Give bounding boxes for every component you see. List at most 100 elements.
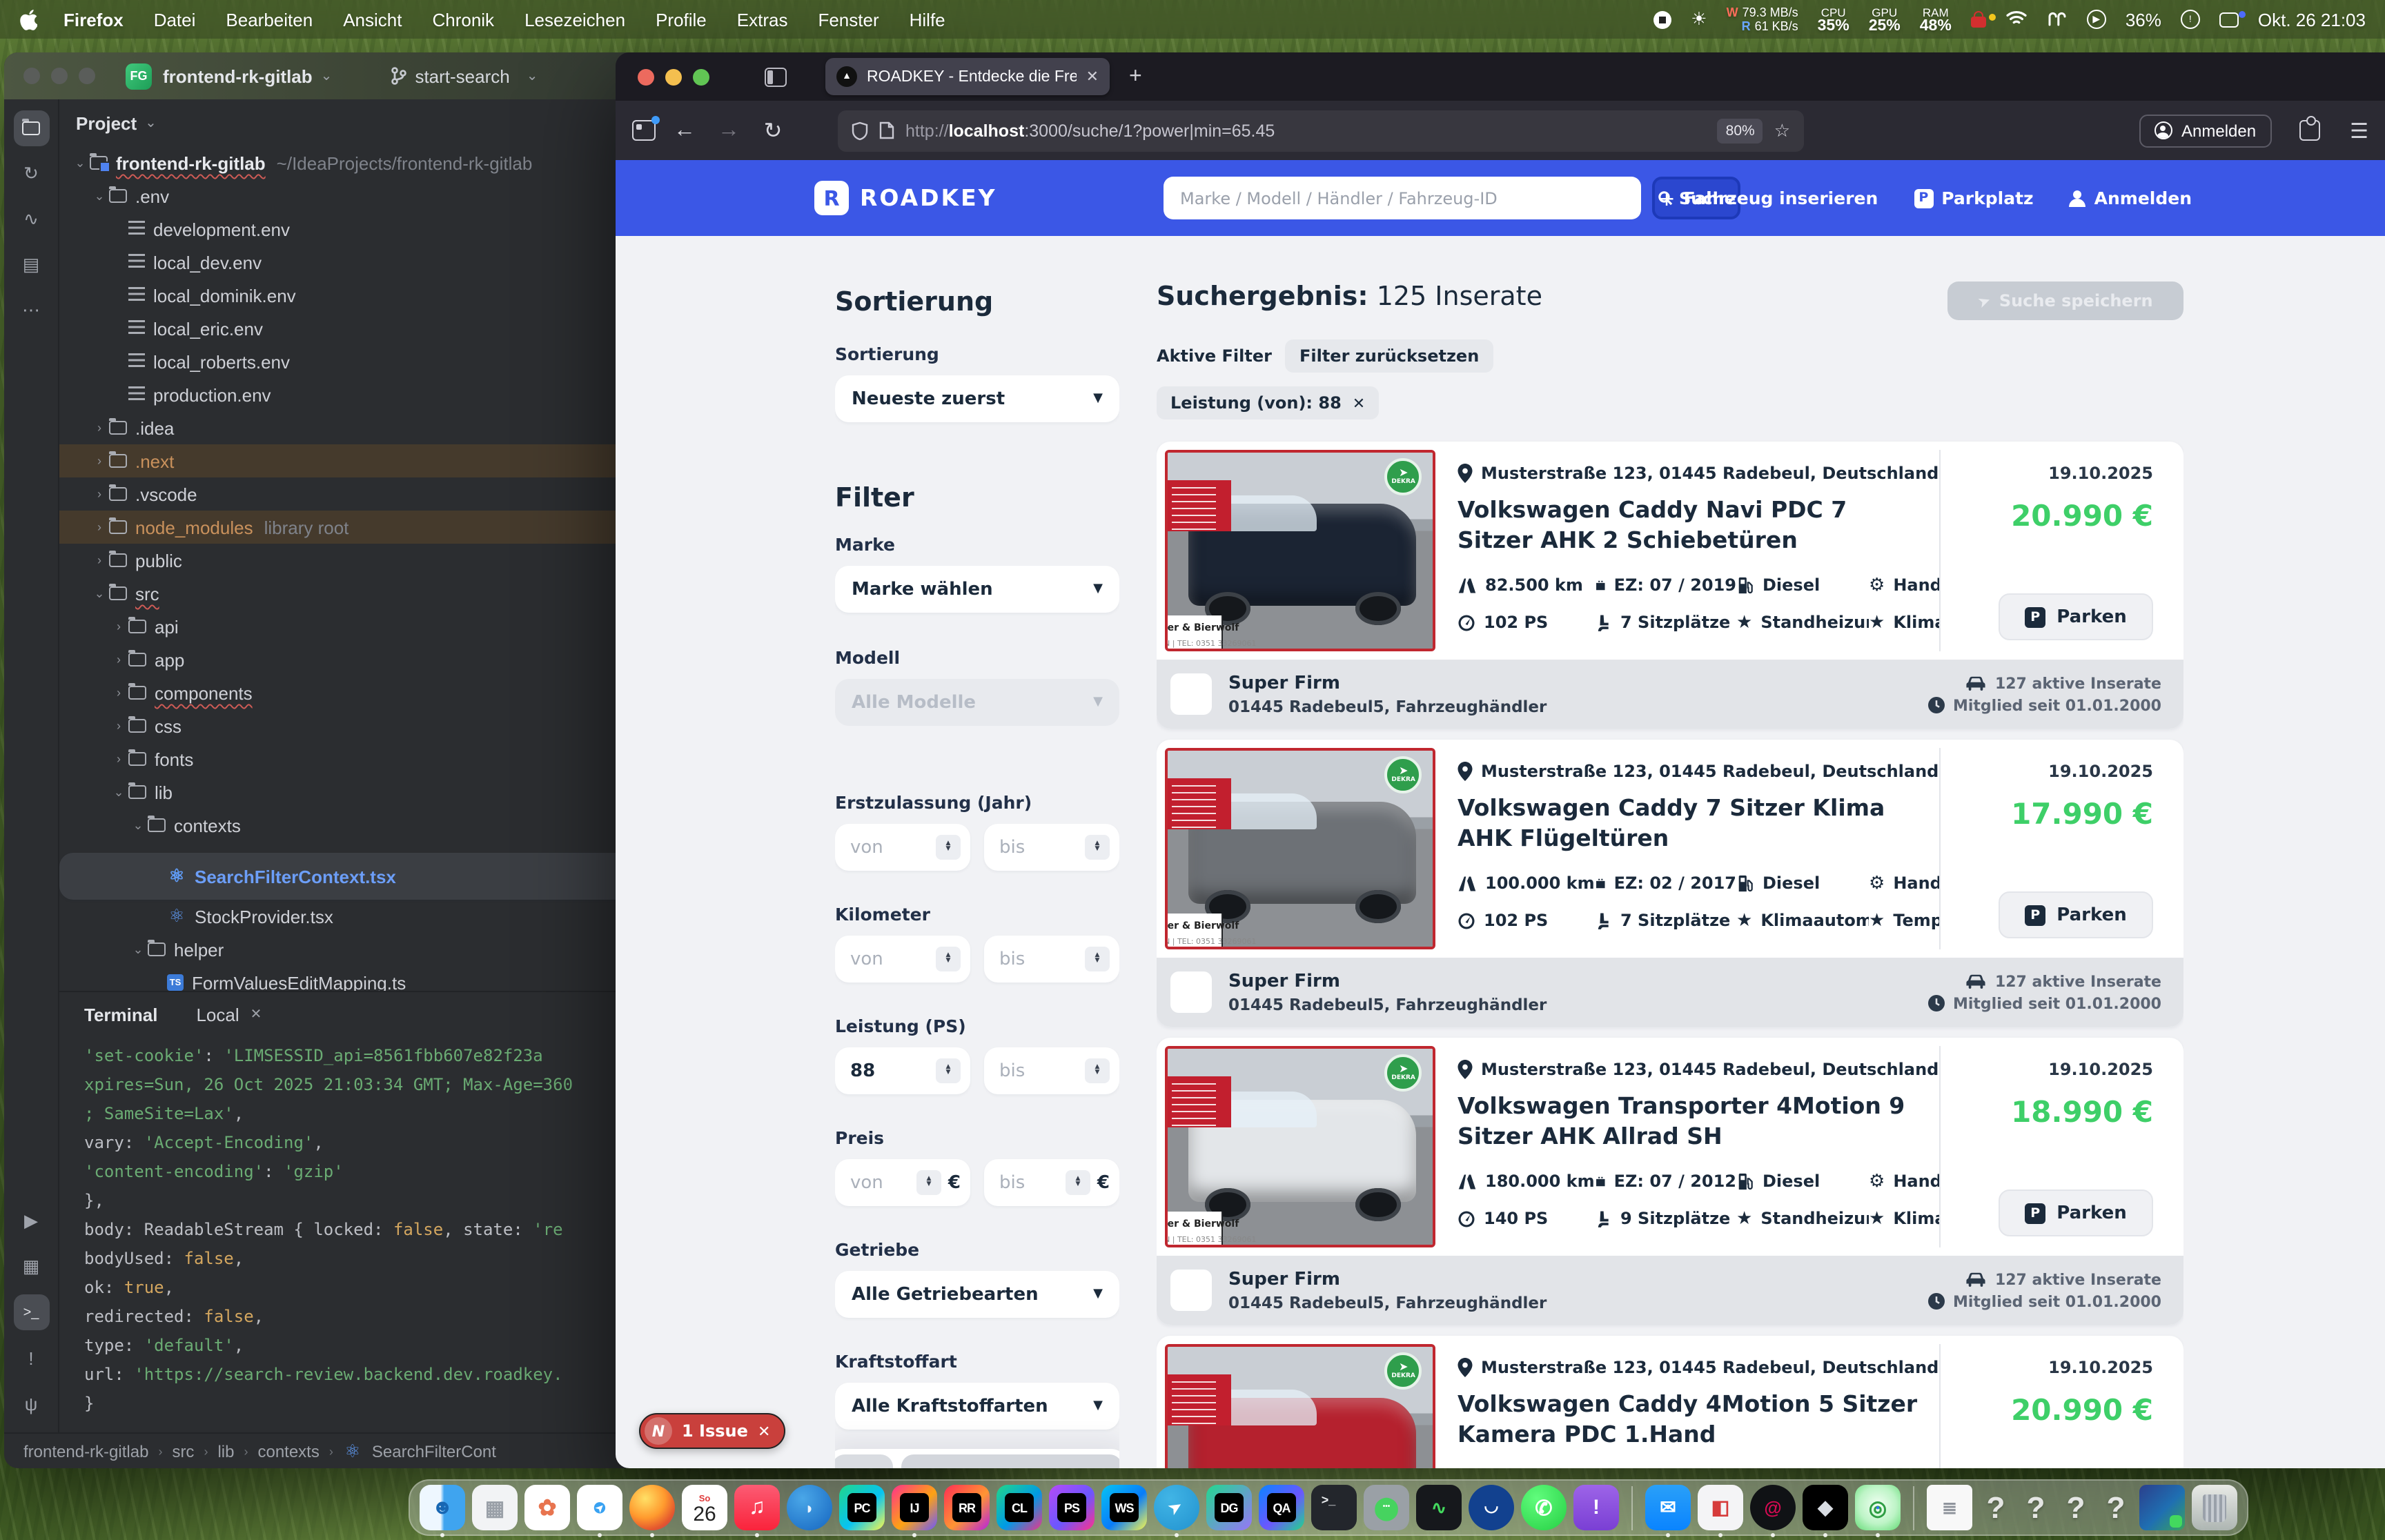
close-icon[interactable]: ✕ bbox=[251, 1007, 262, 1022]
services-tool-icon[interactable]: ▦ bbox=[13, 1249, 49, 1285]
car-photo[interactable]: ➤DEKRA Baier & BierwolfDRESDEN | TEL: 03… bbox=[1165, 1344, 1435, 1468]
vcs-tool-icon[interactable]: ψ bbox=[13, 1385, 49, 1421]
listing-card[interactable]: ➤DEKRA Baier & BierwolfDRESDEN | TEL: 03… bbox=[1157, 740, 2183, 1027]
vpn-lock-icon[interactable] bbox=[1971, 11, 1986, 28]
browser-tab[interactable]: ▲ ROADKEY - Entdecke die Freihe ✕ bbox=[825, 58, 1110, 95]
dock-messages[interactable]: ⬤••• bbox=[1364, 1485, 1409, 1530]
nav-insert-vehicle[interactable]: +Fahrzeug inserieren bbox=[1658, 186, 1878, 210]
parken-button[interactable]: PParken bbox=[1999, 593, 2153, 640]
breadcrumb[interactable]: frontend-rk-gitlab bbox=[23, 1441, 148, 1461]
preis-von-input[interactable]: von▲▼€ bbox=[835, 1159, 970, 1206]
cpu-stat[interactable]: CPU35% bbox=[1818, 6, 1849, 33]
run-tool-icon[interactable]: ▶ bbox=[13, 1203, 49, 1239]
listing-title[interactable]: Volkswagen Caddy 7 Sitzer Klima AHK Flüg… bbox=[1458, 793, 1939, 853]
play-status-icon[interactable]: ▶ bbox=[2087, 10, 2106, 29]
dock-missing-app-4[interactable]: ? bbox=[2099, 1490, 2132, 1526]
menu-profile[interactable]: Profile bbox=[656, 9, 707, 30]
erstzulassung-von-input[interactable]: von▲▼ bbox=[835, 824, 970, 871]
display-devices-icon[interactable] bbox=[2219, 12, 2239, 27]
tab-close-icon[interactable]: ✕ bbox=[1086, 68, 1099, 86]
browser-titlebar[interactable]: ▲ ROADKEY - Entdecke die Freihe ✕ + bbox=[616, 52, 2385, 101]
preis-bis-input[interactable]: bis▲▼€ bbox=[984, 1159, 1119, 1206]
firefox-view-icon[interactable] bbox=[632, 120, 656, 141]
menu-clock[interactable]: Okt. 26 21:03 bbox=[2258, 9, 2366, 30]
browser-signin-button[interactable]: Anmelden bbox=[2139, 114, 2271, 147]
pulse-tool-icon[interactable]: ∿ bbox=[13, 201, 49, 237]
menu-lesezeichen[interactable]: Lesezeichen bbox=[524, 9, 625, 30]
network-throughput[interactable]: W79.3 MB/s R61 KB/s bbox=[1727, 6, 1798, 33]
dock-findmy[interactable]: ◎● bbox=[1855, 1485, 1901, 1530]
dock-maps-window[interactable] bbox=[2139, 1485, 2185, 1530]
reset-filters-button[interactable]: Filter zurücksetzen bbox=[1286, 339, 1493, 373]
menu-firefox[interactable]: Firefox bbox=[63, 9, 124, 30]
listing-card[interactable]: ➤DEKRA Baier & BierwolfDRESDEN | TEL: 03… bbox=[1157, 1336, 2183, 1468]
new-tab-button[interactable]: + bbox=[1129, 64, 1142, 89]
suchen-button[interactable]: Suchen bbox=[901, 1454, 1119, 1468]
dock-rustrover[interactable]: RR bbox=[944, 1485, 990, 1530]
terminal-tab-local[interactable]: Local✕ bbox=[196, 1004, 262, 1025]
leistung-bis-input[interactable]: bis▲▼ bbox=[984, 1047, 1119, 1094]
dock-terminal-app[interactable]: >_ bbox=[1311, 1485, 1357, 1530]
browser-window-controls[interactable] bbox=[638, 68, 709, 85]
dock-calendar[interactable]: So26 bbox=[682, 1485, 727, 1530]
forward-button[interactable]: → bbox=[714, 118, 744, 143]
dock-missing-app-1[interactable]: ? bbox=[1979, 1490, 2012, 1526]
breadcrumb[interactable]: src bbox=[172, 1441, 194, 1461]
menu-chronik[interactable]: Chronik bbox=[432, 9, 494, 30]
remove-filter-icon[interactable]: ✕ bbox=[1353, 394, 1365, 412]
dev-issue-badge[interactable]: N 1 Issue ✕ bbox=[639, 1413, 785, 1449]
car-photo[interactable]: ➤DEKRA Baier & BierwolfDRESDEN | TEL: 03… bbox=[1165, 748, 1435, 949]
dock-debian[interactable]: @ bbox=[1750, 1485, 1796, 1530]
dock-aqua[interactable]: QA bbox=[1259, 1485, 1304, 1530]
dock-activity-monitor[interactable]: ∿ bbox=[1416, 1485, 1462, 1530]
menu-hilfe[interactable]: Hilfe bbox=[910, 9, 945, 30]
listing-title[interactable]: Volkswagen Transporter 4Motion 9 Sitzer … bbox=[1458, 1092, 1939, 1152]
app-menu-icon[interactable]: ☰ bbox=[2350, 118, 2368, 143]
dock-purple-messenger[interactable]: ! bbox=[1573, 1485, 1619, 1530]
listing-card[interactable]: ➤DEKRA Baier & BierwolfDRESDEN | TEL: 03… bbox=[1157, 442, 2183, 729]
dock-intellij[interactable]: IJ bbox=[892, 1485, 937, 1530]
sidebar-toggle-icon[interactable] bbox=[765, 67, 787, 86]
dock-docs-app[interactable]: ◧ bbox=[1698, 1485, 1743, 1530]
dealer-name[interactable]: Super Firm bbox=[1228, 971, 1547, 991]
dealer-bar[interactable]: Super Firm 01445 Radebeul5, Fahrzeughänd… bbox=[1157, 1256, 2183, 1325]
dealer-name[interactable]: Super Firm bbox=[1228, 1269, 1547, 1290]
more-tools-icon[interactable]: ⋯ bbox=[13, 293, 49, 328]
dock-datagrip[interactable]: DG bbox=[1206, 1485, 1252, 1530]
breadcrumb[interactable]: lib bbox=[217, 1441, 234, 1461]
nav-anmelden[interactable]: Anmelden bbox=[2070, 188, 2192, 208]
dock-missing-app-2[interactable]: ? bbox=[2019, 1490, 2052, 1526]
ide-branch-widget[interactable]: start-search⌄ bbox=[390, 66, 546, 86]
kilometer-von-input[interactable]: von▲▼ bbox=[835, 936, 970, 983]
airpods-icon[interactable] bbox=[2047, 9, 2068, 30]
erstzulassung-bis-input[interactable]: bis▲▼ bbox=[984, 824, 1119, 871]
dock-trash[interactable] bbox=[2192, 1485, 2237, 1530]
breadcrumb-file[interactable]: SearchFilterCont bbox=[372, 1441, 496, 1461]
brightness-icon[interactable]: ☀ bbox=[1691, 8, 1707, 30]
wifi-icon[interactable] bbox=[2005, 9, 2028, 30]
site-search-input[interactable]: Marke / Modell / Händler / Fahrzeug-ID bbox=[1164, 177, 1641, 219]
extensions-icon[interactable] bbox=[2299, 120, 2319, 141]
dock-safari[interactable]: ●➤ bbox=[577, 1485, 622, 1530]
listing-title[interactable]: Volkswagen Caddy Navi PDC 7 Sitzer AHK 2… bbox=[1458, 495, 1939, 555]
roadkey-logo[interactable]: R ROADKEY bbox=[814, 181, 997, 215]
close-icon[interactable]: ✕ bbox=[758, 1422, 770, 1440]
marke-select[interactable]: Marke wählen▼ bbox=[835, 566, 1119, 613]
clear-filters-button[interactable] bbox=[835, 1454, 893, 1468]
bookmark-star-icon[interactable]: ☆ bbox=[1774, 119, 1790, 141]
dock-music[interactable]: ♫ bbox=[734, 1485, 780, 1530]
gpu-stat[interactable]: GPU25% bbox=[1869, 6, 1901, 33]
project-tool-icon[interactable] bbox=[13, 110, 49, 146]
kraftstoff-select[interactable]: Alle Kraftstoffarten▼ bbox=[835, 1383, 1119, 1430]
listing-title[interactable]: Volkswagen Caddy 4Motion 5 Sitzer Kamera… bbox=[1458, 1390, 1939, 1450]
dock-notes-doc[interactable]: ≣ bbox=[1927, 1485, 1972, 1530]
kilometer-bis-input[interactable]: bis▲▼ bbox=[984, 936, 1119, 983]
url-bar[interactable]: http://localhost:3000/suche/1?power|min=… bbox=[838, 110, 1804, 151]
parken-button[interactable]: PParken bbox=[1999, 891, 2153, 938]
dealer-bar[interactable]: Super Firm 01445 Radebeul5, Fahrzeughänd… bbox=[1157, 660, 2183, 729]
getriebe-select[interactable]: Alle Getriebearten▼ bbox=[835, 1271, 1119, 1318]
apple-menu-icon[interactable] bbox=[19, 8, 41, 30]
screen-record-icon[interactable] bbox=[1653, 10, 1671, 28]
dock-clion[interactable]: CL bbox=[997, 1485, 1042, 1530]
car-photo[interactable]: ➤DEKRA Baier & BierwolfDRESDEN | TEL: 03… bbox=[1165, 1046, 1435, 1247]
